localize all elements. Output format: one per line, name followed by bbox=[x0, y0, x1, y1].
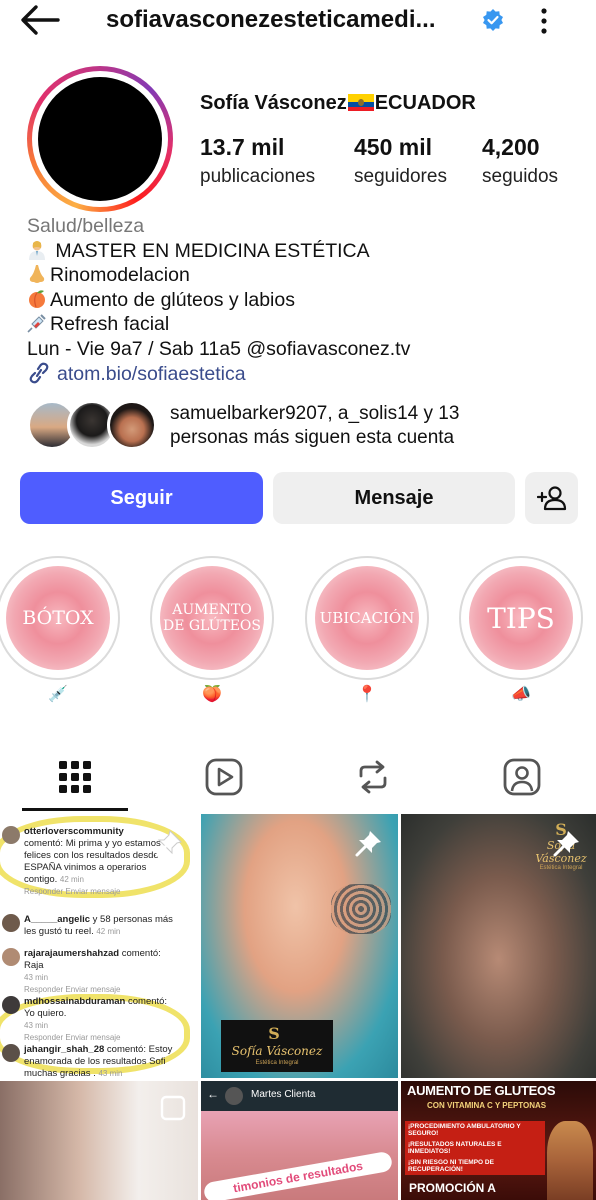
more-vertical-icon[interactable] bbox=[534, 4, 554, 36]
comment-avatar bbox=[2, 826, 20, 844]
doctor-emoji-icon bbox=[29, 240, 45, 260]
highlight-tips[interactable]: TIPS bbox=[459, 556, 583, 680]
highlight-botox[interactable]: BÓTOX bbox=[0, 556, 120, 680]
top-bar: sofiavasconezesteticamedi... bbox=[0, 0, 596, 44]
pin-icon bbox=[355, 831, 381, 857]
reposts-icon bbox=[359, 760, 386, 794]
story-ring[interactable] bbox=[27, 66, 173, 212]
tagged-icon bbox=[503, 758, 540, 796]
follower-avatar[interactable] bbox=[107, 400, 157, 450]
followed-by-text[interactable]: samuelbarker9207, a_solis14 y 13 persona… bbox=[170, 402, 570, 450]
add-person-icon bbox=[536, 486, 566, 511]
comment-item: rajarajaumershahzad comentó: Raja 43 min… bbox=[24, 948, 161, 994]
comment-avatar bbox=[2, 996, 20, 1014]
bio-line: Aumento de glúteos y labios bbox=[27, 288, 587, 313]
highlight-tips-emoji: 📣 bbox=[511, 686, 531, 703]
active-tab-indicator bbox=[22, 808, 128, 811]
comment-avatar bbox=[2, 914, 20, 932]
peach-emoji-icon bbox=[29, 290, 45, 308]
bio: Salud/belleza MASTER EN MEDICINA ESTÉTIC… bbox=[27, 214, 587, 386]
tab-reels[interactable] bbox=[149, 746, 298, 808]
verified-badge-icon bbox=[483, 9, 503, 31]
comment-item: otterloverscommunity comentó: Mi prima y… bbox=[24, 826, 161, 896]
pin-icon bbox=[155, 830, 182, 857]
model-figure bbox=[547, 1121, 593, 1200]
suggest-people-button[interactable] bbox=[525, 472, 578, 524]
comment-item: jahangir_shah_28 comentó: Estoy enamorad… bbox=[24, 1044, 173, 1078]
brand-logo-box: S Sofía Vásconez Estética Integral bbox=[221, 1020, 333, 1072]
back-arrow-icon: ← bbox=[207, 1087, 219, 1101]
arrow-left-icon[interactable] bbox=[18, 4, 62, 36]
stat-followers[interactable]: 450 mil seguidores bbox=[354, 134, 447, 188]
highlight-aumento-de-gluteos[interactable]: AUMENTO DE GLÚTEOS bbox=[150, 556, 274, 680]
bio-line: Lun - Vie 9a7 / Sab 11a5 @sofiavasconez.… bbox=[27, 337, 411, 360]
bio-line: MASTER EN MEDICINA ESTÉTICA bbox=[27, 239, 587, 264]
comment-avatar bbox=[2, 948, 20, 966]
bio-line: Rinomodelacion bbox=[27, 263, 587, 288]
message-button[interactable]: Mensaje bbox=[273, 472, 515, 524]
post-photo[interactable] bbox=[0, 1081, 198, 1200]
avatar[interactable] bbox=[38, 77, 162, 201]
tattoo-shape bbox=[331, 884, 391, 934]
profile-full-name: Sofía Vásconez ECUADOR bbox=[200, 92, 476, 114]
follow-button[interactable]: Seguir bbox=[20, 472, 263, 524]
tab-posts-grid[interactable] bbox=[0, 746, 149, 808]
bio-link[interactable]: atom.bio/sofiaestetica bbox=[27, 362, 587, 387]
reels-icon bbox=[205, 758, 242, 796]
highlight-ubicacion[interactable]: UBICACIÓN bbox=[305, 556, 429, 680]
multi-photo-icon bbox=[160, 1095, 186, 1121]
post-comments-screenshot[interactable]: otterloverscommunity comentó: Mi prima y… bbox=[0, 814, 198, 1078]
pin-icon bbox=[553, 831, 579, 857]
syringe-emoji-icon bbox=[27, 314, 46, 333]
tab-tagged[interactable] bbox=[447, 746, 596, 808]
grid-icon bbox=[58, 761, 91, 793]
nose-emoji-icon bbox=[29, 265, 45, 284]
profile-username: sofiavasconezesteticamedi... bbox=[106, 6, 436, 33]
highlight-botox-emoji: 💉 bbox=[48, 686, 68, 703]
tab-reposts[interactable] bbox=[298, 746, 447, 808]
highlight-ubicacion-emoji: 📍 bbox=[357, 686, 377, 703]
stat-posts[interactable]: 13.7 mil publicaciones bbox=[200, 134, 315, 188]
stat-following[interactable]: 4,200 seguidos bbox=[482, 134, 558, 188]
comment-item: mdhossainabduraman comentó: Yo quiero. 4… bbox=[24, 996, 168, 1042]
post-chat-screenshot[interactable]: ← Martes Clienta timonios de resultados bbox=[201, 1081, 398, 1200]
bio-line: Refresh facial bbox=[27, 312, 587, 337]
post-promo[interactable]: AUMENTO DE GLUTEOS CON VITAMINA C Y PEPT… bbox=[401, 1081, 596, 1200]
profile-category: Salud/belleza bbox=[27, 215, 145, 237]
post-abdomen-photo[interactable]: S Sofía Vásconez Estética Integral bbox=[401, 814, 596, 1078]
highlight-gluteos-emoji: 🍑 bbox=[202, 686, 222, 703]
ecuador-flag-icon bbox=[347, 94, 374, 111]
comment-item: A_____angelic y 58 personas más les gust… bbox=[24, 914, 173, 937]
comment-avatar bbox=[2, 1044, 20, 1062]
post-back-photo[interactable]: S Sofía Vásconez Estética Integral bbox=[201, 814, 398, 1078]
link-icon bbox=[29, 362, 49, 383]
